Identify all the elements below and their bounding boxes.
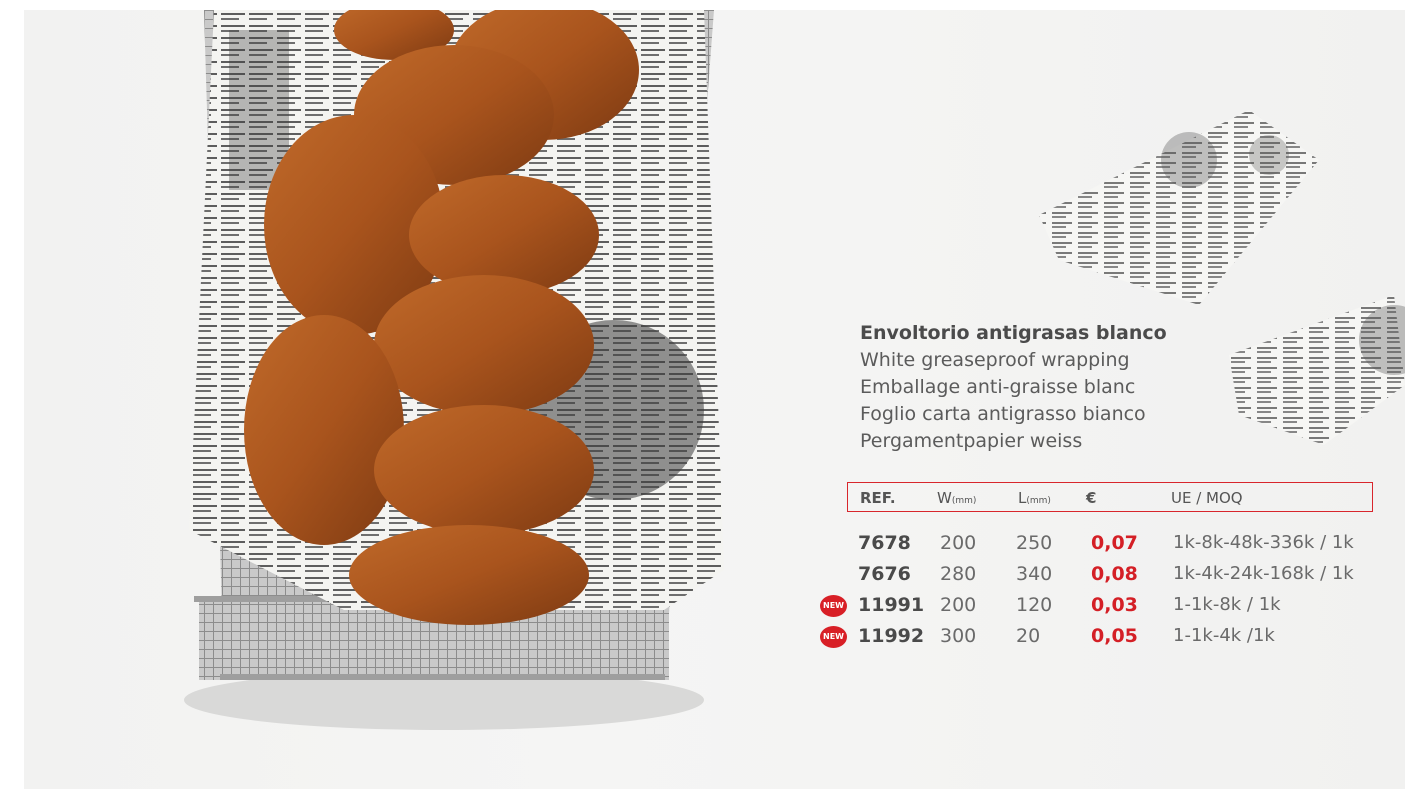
row-price: 0,08 — [1091, 563, 1138, 585]
row-moq: 1-1k-4k /1k — [1173, 625, 1275, 646]
row-price: 0,03 — [1091, 594, 1138, 616]
new-badge: NEW — [820, 595, 847, 617]
row-width: 280 — [940, 563, 977, 585]
header-length: L(mm) — [1018, 489, 1051, 507]
row-moq: 1k-8k-48k-336k / 1k — [1173, 532, 1354, 553]
catalog-page — [24, 10, 1405, 789]
row-moq: 1k-4k-24k-168k / 1k — [1173, 563, 1354, 584]
product-title-fr: Emballage anti-graisse blanc — [860, 376, 1136, 398]
row-length: 340 — [1016, 563, 1053, 585]
row-length: 250 — [1016, 532, 1053, 554]
row-ref: 7676 — [858, 563, 911, 585]
row-width: 300 — [940, 625, 977, 647]
table-row: NEW 11992 300 20 0,05 1-1k-4k /1k — [0, 621, 1405, 653]
product-title-en: White greaseproof wrapping — [860, 349, 1130, 371]
row-price: 0,05 — [1091, 625, 1138, 647]
header-width: W(mm) — [937, 489, 977, 507]
row-width: 200 — [940, 532, 977, 554]
product-table-header: REF. W(mm) L(mm) € UE / MOQ — [847, 482, 1373, 512]
product-title-block: Envoltorio antigrasas blanco White greas… — [860, 320, 1167, 455]
product-photo — [184, 10, 724, 730]
row-ref: 7678 — [858, 532, 911, 554]
wrapper-sample-image-1 — [1039, 110, 1319, 305]
table-row: 7678 200 250 0,07 1k-8k-48k-336k / 1k — [0, 528, 1405, 560]
row-moq: 1-1k-8k / 1k — [1173, 594, 1281, 615]
header-moq: UE / MOQ — [1171, 489, 1243, 507]
product-title-es: Envoltorio antigrasas blanco — [860, 322, 1167, 344]
row-length: 120 — [1016, 594, 1053, 616]
wrapper-sample-image-2 — [1229, 295, 1405, 445]
row-ref: 11991 — [858, 594, 925, 616]
row-width: 200 — [940, 594, 977, 616]
row-price: 0,07 — [1091, 532, 1138, 554]
header-price: € — [1086, 489, 1097, 507]
row-ref: 11992 — [858, 625, 925, 647]
table-row: 7676 280 340 0,08 1k-4k-24k-168k / 1k — [0, 559, 1405, 591]
new-badge: NEW — [820, 626, 847, 648]
product-title-it: Foglio carta antigrasso bianco — [860, 403, 1146, 425]
header-ref: REF. — [860, 489, 896, 507]
table-row: NEW 11991 200 120 0,03 1-1k-8k / 1k — [0, 590, 1405, 622]
product-title-de: Pergamentpapier weiss — [860, 430, 1083, 452]
row-length: 20 — [1016, 625, 1041, 647]
